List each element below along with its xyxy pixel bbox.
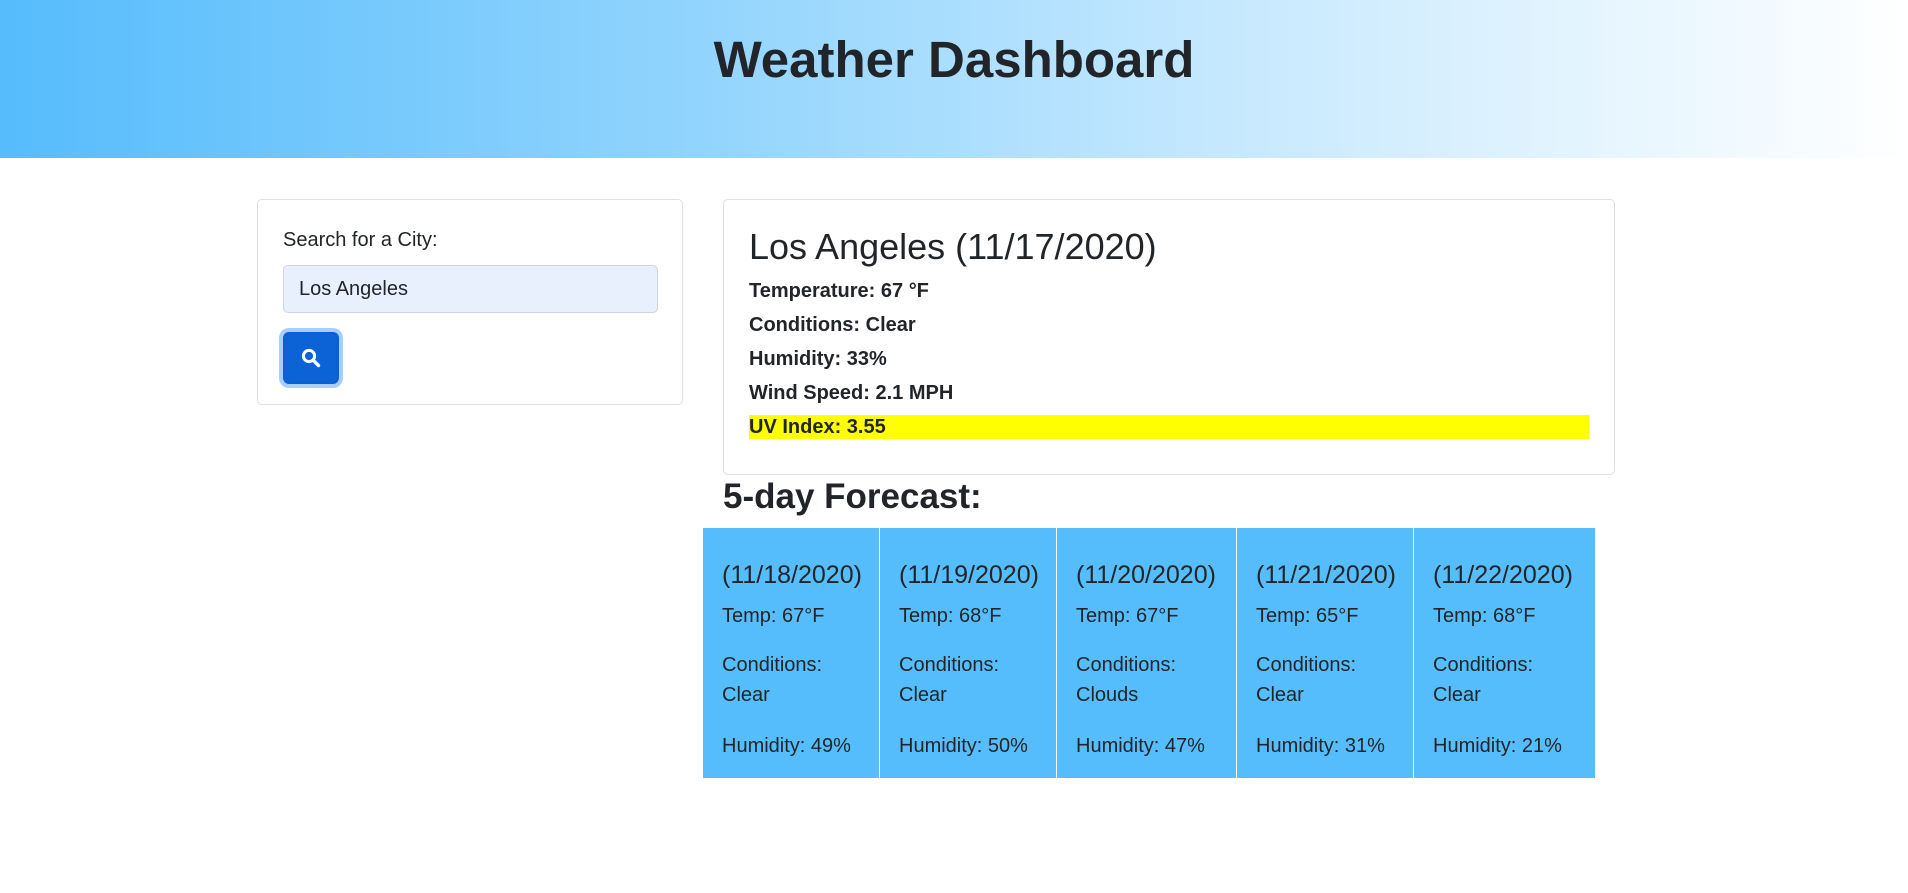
forecast-conditions-label: Conditions: — [1433, 654, 1534, 676]
forecast-conditions-label: Conditions: — [1256, 654, 1357, 676]
search-panel: Search for a City: — [257, 199, 683, 405]
search-label: Search for a City: — [283, 229, 438, 251]
page-title: Weather Dashboard — [713, 31, 1195, 88]
current-weather-card: Los Angeles (11/17/2020) Temperature: 67… — [723, 199, 1615, 475]
forecast-temp: Temp: 68°F — [899, 605, 1002, 627]
forecast-temp: Temp: 67°F — [722, 605, 825, 627]
forecast-humidity: Humidity: 47% — [1076, 735, 1205, 757]
forecast-temp: Temp: 68°F — [1433, 605, 1536, 627]
forecast-conditions-label: Conditions: — [899, 654, 1000, 676]
forecast-humidity: Humidity: 50% — [899, 735, 1028, 757]
current-wind-speed: Wind Speed: 2.1 MPH — [749, 382, 954, 404]
current-conditions: Conditions: Clear — [749, 314, 916, 336]
forecast-conditions-value: Clear — [1433, 684, 1481, 706]
current-city-title: Los Angeles (11/17/2020) — [749, 226, 1157, 267]
forecast-humidity: Humidity: 21% — [1433, 735, 1562, 757]
forecast-conditions-label: Conditions: — [1076, 654, 1177, 676]
forecast-card: (11/22/2020) Temp: 68°F Conditions: Clea… — [1414, 528, 1595, 778]
forecast-humidity: Humidity: 31% — [1256, 735, 1385, 757]
forecast-conditions-value: Clear — [899, 684, 947, 706]
forecast-conditions-label: Conditions: — [722, 654, 823, 676]
forecast-card: (11/20/2020) Temp: 67°F Conditions: Clou… — [1057, 528, 1236, 778]
forecast-date: (11/22/2020) — [1433, 561, 1573, 589]
forecast-row: (11/18/2020) Temp: 67°F Conditions: Clea… — [703, 528, 1595, 778]
current-temperature: Temperature: 67 °F — [749, 280, 929, 302]
city-search-input[interactable] — [283, 265, 658, 313]
forecast-card: (11/18/2020) Temp: 67°F Conditions: Clea… — [703, 528, 879, 778]
forecast-date: (11/19/2020) — [899, 561, 1039, 589]
uv-index-badge: UV Index: 3.55 — [749, 415, 1589, 439]
forecast-card: (11/19/2020) Temp: 68°F Conditions: Clea… — [880, 528, 1056, 778]
search-icon — [301, 348, 321, 368]
current-humidity: Humidity: 33% — [749, 348, 887, 370]
forecast-humidity: Humidity: 49% — [722, 735, 851, 757]
forecast-conditions-value: Clouds — [1076, 684, 1139, 706]
forecast-card: (11/21/2020) Temp: 65°F Conditions: Clea… — [1237, 528, 1413, 778]
page-header: Weather Dashboard — [0, 0, 1908, 158]
search-button[interactable] — [283, 332, 339, 384]
forecast-temp: Temp: 67°F — [1076, 605, 1179, 627]
forecast-date: (11/20/2020) — [1076, 561, 1216, 589]
forecast-conditions-value: Clear — [1256, 684, 1304, 706]
forecast-temp: Temp: 65°F — [1256, 605, 1359, 627]
forecast-conditions-value: Clear — [722, 684, 770, 706]
forecast-date: (11/21/2020) — [1256, 561, 1396, 589]
forecast-date: (11/18/2020) — [722, 561, 862, 589]
forecast-heading: 5-day Forecast: — [723, 477, 982, 516]
